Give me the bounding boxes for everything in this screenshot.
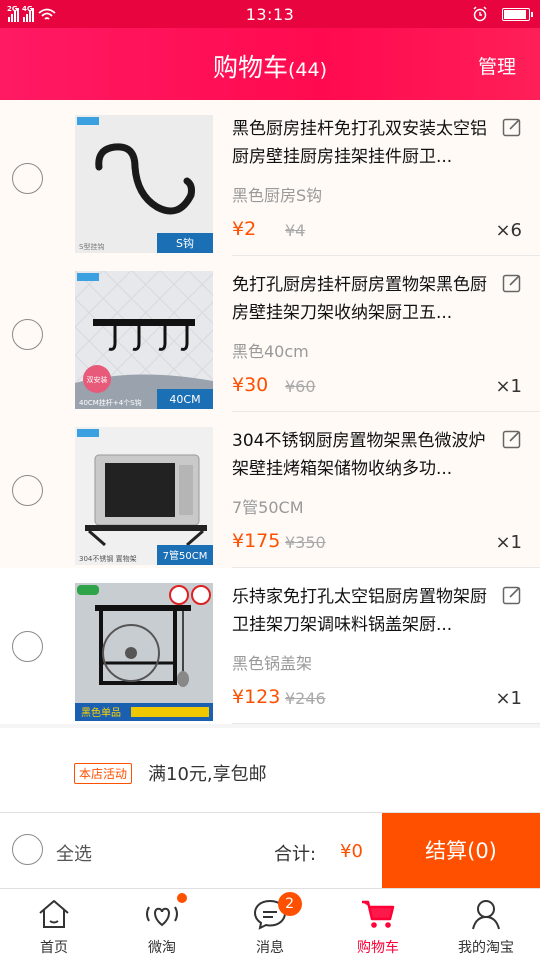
original-price: ¥350 bbox=[285, 533, 326, 552]
product-name[interactable]: 免打孔厨房挂杆厨房置物架黑色厨房壁挂架刀架收纳架厨卫五... bbox=[232, 271, 492, 327]
store-promotion[interactable]: 本店活动 满10元,享包邮 bbox=[0, 728, 540, 812]
bottom-tab-bar: 首页 微淘 2 消息 购物车 我的淘宝 bbox=[0, 888, 540, 960]
product-sku[interactable]: 黑色锅盖架 bbox=[232, 650, 312, 674]
image-badge: 双安装 bbox=[87, 375, 108, 384]
image-caption: 40CM bbox=[169, 393, 200, 406]
profile-icon bbox=[472, 900, 500, 930]
product-name[interactable]: 黑色厨房挂杆免打孔双安装太空铝厨房壁挂厨房挂架挂件厨卫... bbox=[232, 115, 492, 171]
promotion-tag: 本店活动 bbox=[74, 763, 133, 784]
edit-icon[interactable] bbox=[502, 585, 522, 605]
notification-dot bbox=[177, 893, 188, 903]
tab-label: 微淘 bbox=[148, 940, 176, 956]
edit-icon[interactable] bbox=[502, 273, 522, 293]
image-small-text: 40CM挂杆+4个S钩 bbox=[79, 398, 142, 407]
cart-header: 购物车(44) 管理 bbox=[0, 28, 540, 100]
product-quantity: ×1 bbox=[495, 532, 522, 553]
tab-label: 我的淘宝 bbox=[458, 940, 514, 956]
product-price: ¥175 bbox=[232, 530, 281, 552]
product-name[interactable]: 304不锈钢厨房置物架黑色微波炉架壁挂烤箱架储物收纳多功... bbox=[232, 427, 492, 483]
tab-label: 消息 bbox=[256, 940, 284, 956]
cart-count: (44) bbox=[288, 59, 328, 81]
tab-messages[interactable]: 2 消息 bbox=[216, 889, 324, 960]
product-quantity: ×1 bbox=[495, 376, 522, 397]
image-small-text: 304不锈钢 置物架 bbox=[79, 554, 137, 563]
product-price: ¥2 bbox=[232, 218, 257, 240]
product-image-lid-rack[interactable]: 黑色单品 bbox=[75, 583, 213, 721]
product-price: ¥30 bbox=[232, 374, 269, 396]
battery-icon bbox=[502, 7, 533, 21]
product-sku[interactable]: 7管50CM bbox=[232, 494, 304, 518]
total-amount: ¥0 bbox=[340, 841, 363, 862]
image-caption: 7管50CM bbox=[163, 549, 208, 562]
checkout-bar: 全选 合计: ¥0 结算(0) bbox=[0, 812, 540, 889]
alarm-icon bbox=[473, 6, 487, 22]
edit-icon[interactable] bbox=[502, 429, 522, 449]
tab-label: 购物车 bbox=[357, 940, 399, 956]
image-caption: 黑色单品 bbox=[81, 706, 121, 719]
product-quantity: ×1 bbox=[495, 688, 522, 709]
tab-weitao[interactable]: 微淘 bbox=[108, 889, 216, 960]
edit-icon[interactable] bbox=[502, 117, 522, 137]
product-image-rail[interactable]: 双安装 40CM 40CM挂杆+4个S钩 bbox=[75, 271, 213, 409]
tab-cart[interactable]: 购物车 bbox=[324, 889, 432, 960]
promotion-text: 满10元,享包邮 bbox=[148, 764, 267, 785]
cart-icon bbox=[362, 900, 395, 928]
cart-item[interactable]: 黑色单品 乐持家免打孔太空铝厨房置物架厨卫挂架刀架调味料锅盖架厨... 黑色锅盖… bbox=[0, 568, 540, 724]
divider bbox=[232, 723, 540, 724]
tab-home[interactable]: 首页 bbox=[0, 889, 108, 960]
message-badge: 2 bbox=[277, 892, 302, 916]
cart-item[interactable]: 7管50CM 304不锈钢 置物架 304不锈钢厨房置物架黑色微波炉架壁挂烤箱架… bbox=[0, 412, 540, 568]
product-quantity: ×6 bbox=[495, 220, 522, 241]
select-all-label[interactable]: 全选 bbox=[56, 840, 92, 866]
status-time: 13:13 bbox=[245, 5, 295, 24]
original-price: ¥246 bbox=[285, 689, 326, 708]
product-image-s-hook[interactable]: S钩 S型挂钩 bbox=[75, 115, 213, 253]
image-caption: S钩 bbox=[176, 236, 194, 250]
item-select-radio[interactable] bbox=[12, 163, 43, 194]
cart-item-list: S钩 S型挂钩 黑色厨房挂杆免打孔双安装太空铝厨房壁挂厨房挂架挂件厨卫... 黑… bbox=[0, 100, 540, 724]
tab-label: 首页 bbox=[40, 940, 68, 956]
select-all-radio[interactable] bbox=[12, 834, 43, 865]
product-price: ¥123 bbox=[232, 686, 281, 708]
total-label: 合计: bbox=[274, 844, 317, 865]
heart-wave-icon bbox=[146, 906, 178, 927]
item-select-radio[interactable] bbox=[12, 475, 43, 506]
original-price: ¥4 bbox=[285, 221, 306, 240]
product-sku[interactable]: 黑色厨房S钩 bbox=[232, 182, 322, 206]
item-select-radio[interactable] bbox=[12, 631, 43, 662]
tab-my-taobao[interactable]: 我的淘宝 bbox=[432, 889, 540, 960]
product-image-microwave-rack[interactable]: 7管50CM 304不锈钢 置物架 bbox=[75, 427, 213, 565]
home-icon bbox=[39, 900, 69, 928]
page-title: 购物车(44) bbox=[212, 53, 328, 82]
image-small-text: S型挂钩 bbox=[79, 242, 104, 251]
checkout-button[interactable]: 结算(0) bbox=[382, 813, 540, 889]
cart-item[interactable]: S钩 S型挂钩 黑色厨房挂杆免打孔双安装太空铝厨房壁挂厨房挂架挂件厨卫... 黑… bbox=[0, 100, 540, 256]
original-price: ¥60 bbox=[285, 377, 316, 396]
status-bar: 2G 4G 13:13 bbox=[0, 0, 540, 28]
cart-item[interactable]: 双安装 40CM 40CM挂杆+4个S钩 免打孔厨房挂杆厨房置物架黑色厨房壁挂架… bbox=[0, 256, 540, 412]
item-select-radio[interactable] bbox=[12, 319, 43, 350]
product-sku[interactable]: 黑色40cm bbox=[232, 338, 309, 362]
manage-button[interactable]: 管理 bbox=[478, 52, 516, 79]
product-name[interactable]: 乐持家免打孔太空铝厨房置物架厨卫挂架刀架调味料锅盖架厨... bbox=[232, 583, 492, 639]
